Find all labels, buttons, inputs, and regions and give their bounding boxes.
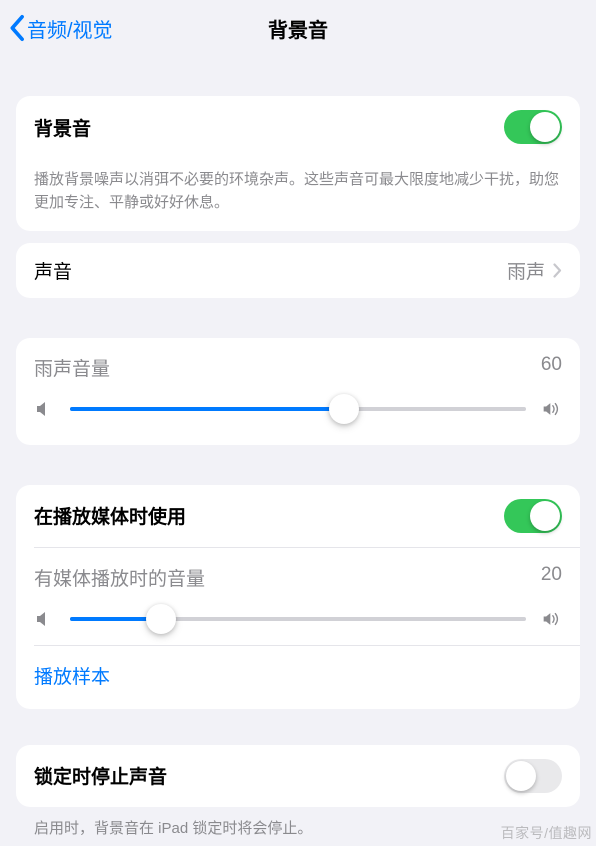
label-sound: 声音 bbox=[34, 257, 72, 284]
row-background-sound-toggle: 背景音 bbox=[16, 96, 580, 158]
back-label: 音频/视觉 bbox=[27, 14, 113, 43]
label-media-toggle: 在播放媒体时使用 bbox=[34, 502, 186, 529]
back-button[interactable]: 音频/视觉 bbox=[8, 14, 113, 43]
label-lock: 锁定时停止声音 bbox=[34, 762, 167, 789]
group-lock: 锁定时停止声音 bbox=[16, 745, 580, 807]
slider-media-volume[interactable] bbox=[34, 609, 562, 629]
group-rain-volume: 雨声音量 60 bbox=[16, 338, 580, 445]
toggle-media[interactable] bbox=[504, 499, 562, 533]
label-rain-volume: 雨声音量 bbox=[34, 354, 110, 381]
label-background-sound: 背景音 bbox=[34, 114, 91, 141]
group-media: 在播放媒体时使用 有媒体播放时的音量 20 bbox=[16, 485, 580, 709]
link-play-sample[interactable]: 播放样本 bbox=[16, 646, 580, 709]
value-sound: 雨声 bbox=[507, 257, 545, 284]
toggle-background-sound[interactable] bbox=[504, 110, 562, 144]
row-media-toggle: 在播放媒体时使用 bbox=[16, 485, 580, 547]
chevron-right-icon bbox=[553, 263, 562, 278]
slider-rain-volume[interactable] bbox=[34, 399, 562, 419]
chevron-left-icon bbox=[8, 14, 25, 42]
toggle-lock[interactable] bbox=[504, 759, 562, 793]
row-sound[interactable]: 声音 雨声 bbox=[16, 243, 580, 298]
volume-low-icon bbox=[34, 609, 54, 629]
description-lock: 启用时，背景音在 iPad 锁定时将会停止。 bbox=[16, 807, 580, 846]
nav-bar: 音频/视觉 背景音 bbox=[0, 0, 596, 56]
volume-high-icon bbox=[542, 609, 562, 629]
value-media-volume: 20 bbox=[541, 564, 562, 591]
group-background-sound: 背景音 播放背景噪声以消弭不必要的环境杂声。这些声音可最大限度地减少干扰，助您更… bbox=[16, 96, 580, 231]
volume-high-icon bbox=[542, 399, 562, 419]
description-background-sound: 播放背景噪声以消弭不必要的环境杂声。这些声音可最大限度地减少干扰，助您更加专注、… bbox=[16, 158, 580, 231]
watermark: 百家号/值趣网 bbox=[501, 823, 592, 843]
row-lock-toggle: 锁定时停止声音 bbox=[16, 745, 580, 807]
value-rain-volume: 60 bbox=[541, 354, 562, 381]
group-sound-select: 声音 雨声 bbox=[16, 243, 580, 298]
label-media-volume: 有媒体播放时的音量 bbox=[34, 564, 205, 591]
volume-low-icon bbox=[34, 399, 54, 419]
